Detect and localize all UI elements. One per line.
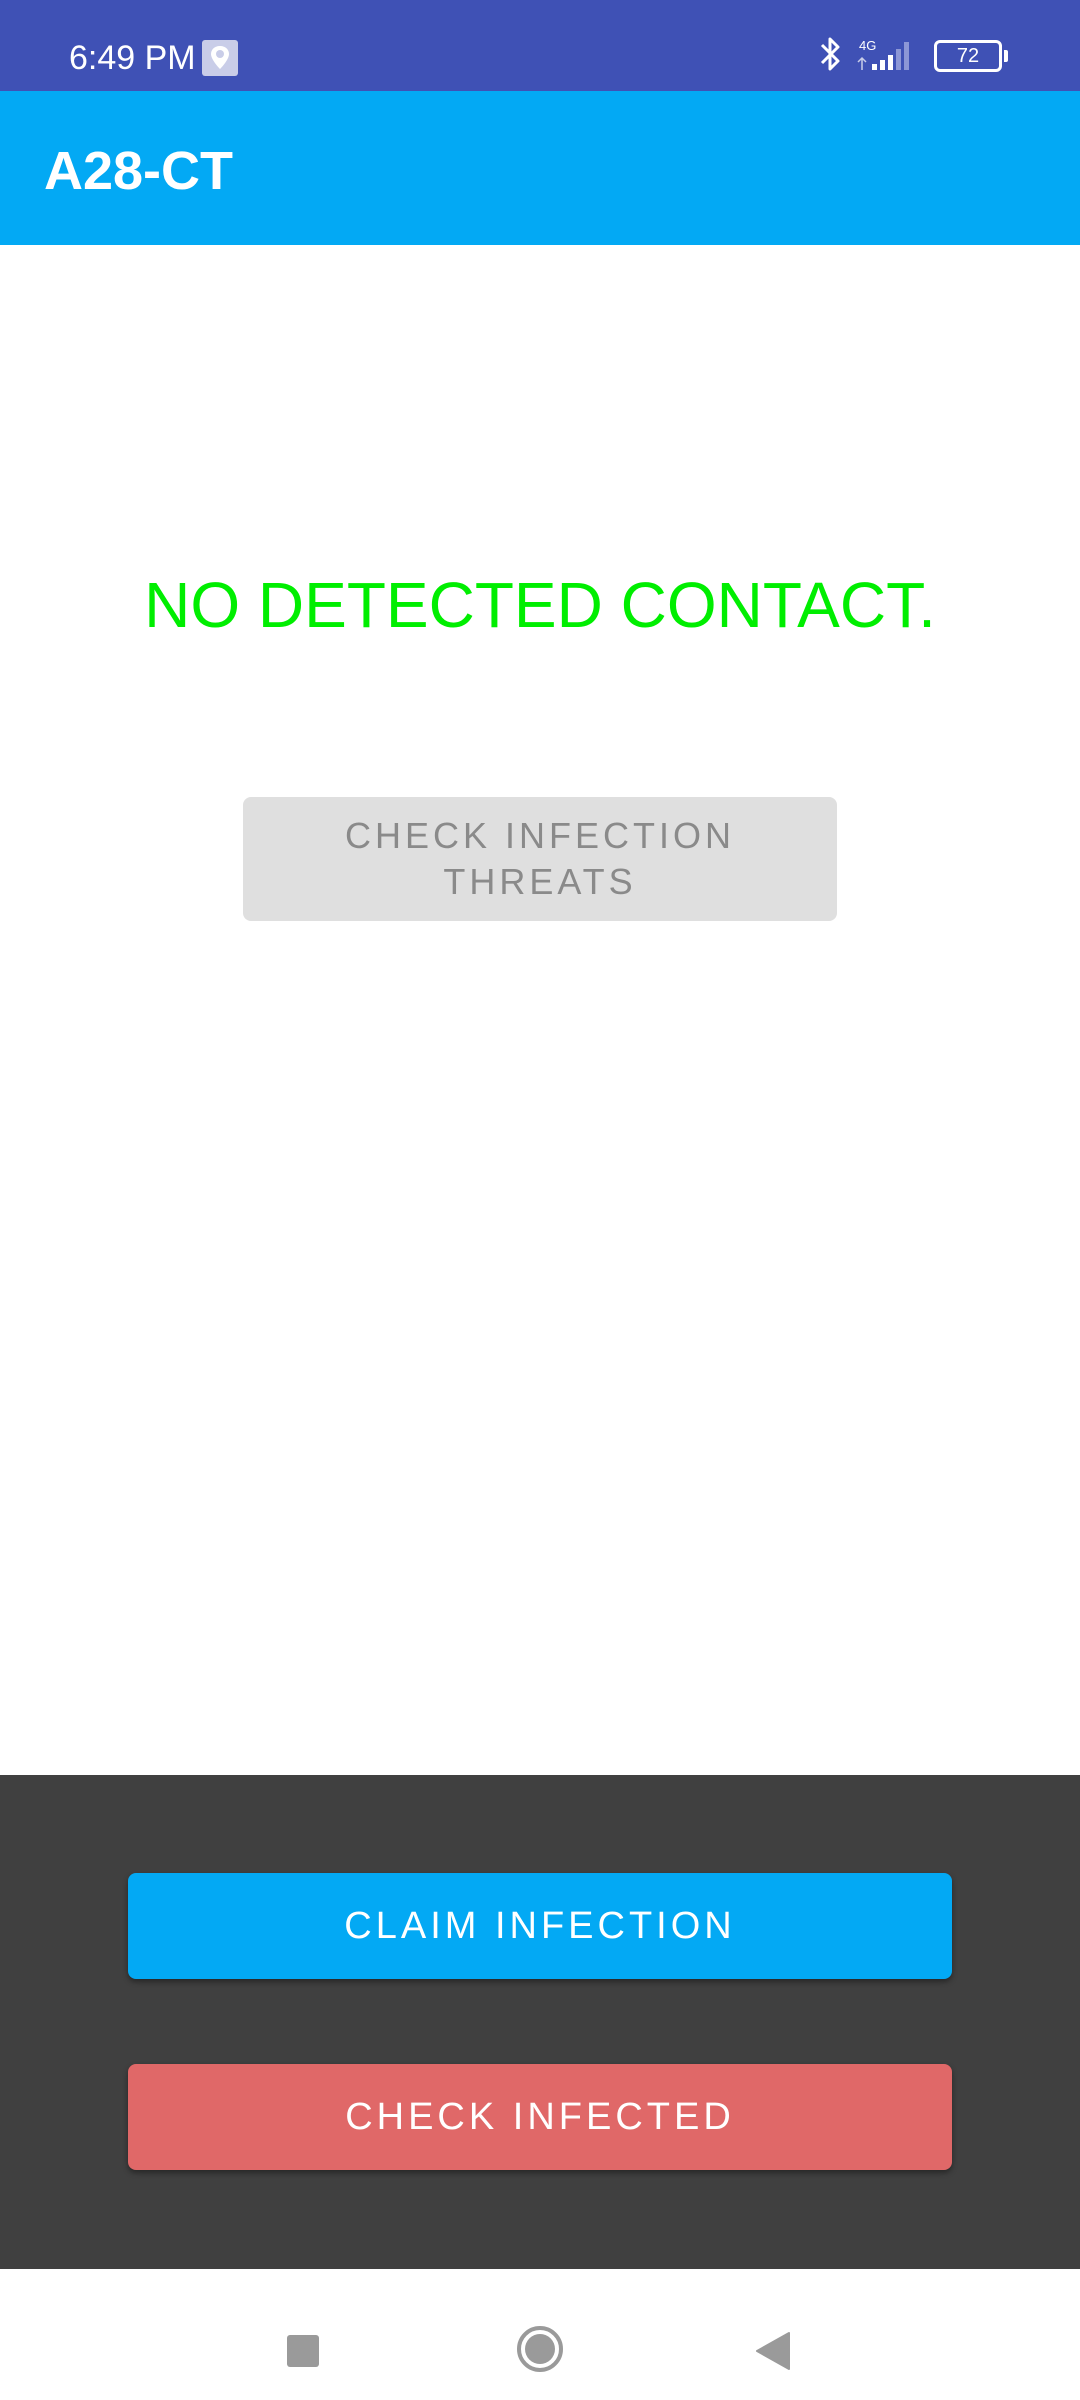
- status-icons: 4G 72: [806, 34, 1008, 79]
- battery-icon: 72: [934, 40, 1008, 72]
- status-bar: 6:49 PM 4G 72: [0, 0, 1080, 91]
- battery-level: 72: [956, 45, 980, 67]
- navigation-bar: [0, 2269, 1080, 2400]
- location-icon: [202, 40, 238, 76]
- signal-icon: 4G: [856, 34, 922, 79]
- check-infection-threats-button[interactable]: CHECK INFECTION THREATS: [243, 797, 837, 921]
- contact-status-message: NO DETECTED CONTACT.: [144, 569, 936, 641]
- app-title: A28-CT: [44, 141, 234, 201]
- app-bar: A28-CT: [0, 91, 1080, 245]
- back-icon[interactable]: [755, 2331, 791, 2371]
- bluetooth-icon: [818, 34, 844, 79]
- main-content: NO DETECTED CONTACT. CHECK INFECTION THR…: [0, 245, 1080, 1775]
- network-type-label: 4G: [859, 38, 876, 53]
- status-time: 6:49 PM: [69, 39, 196, 77]
- home-icon[interactable]: [516, 2325, 564, 2373]
- bottom-action-panel: CLAIM INFECTION CHECK INFECTED: [0, 1775, 1080, 2269]
- check-infected-button[interactable]: CHECK INFECTED: [128, 2064, 952, 2170]
- claim-infection-button[interactable]: CLAIM INFECTION: [128, 1873, 952, 1979]
- recent-apps-icon[interactable]: [287, 2335, 319, 2367]
